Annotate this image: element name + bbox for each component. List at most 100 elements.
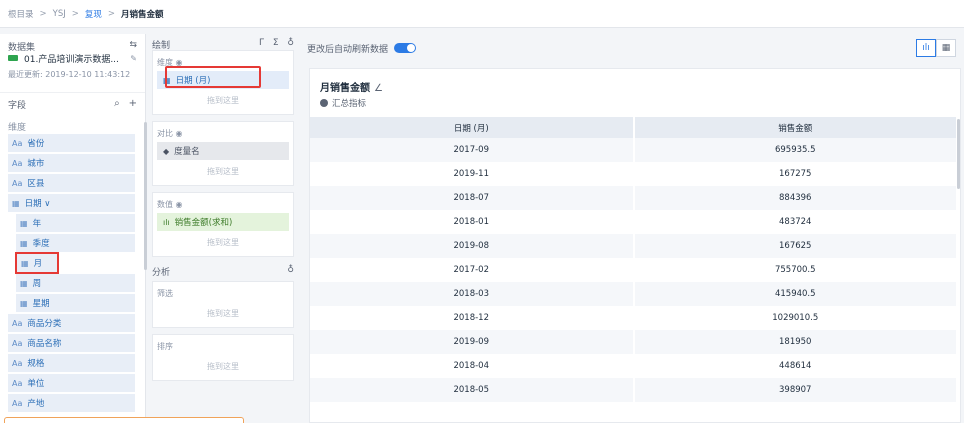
view-switch: ılı ▦ (916, 39, 956, 57)
field-name: 城市 (27, 159, 45, 169)
breadcrumb-folder[interactable]: YSJ (53, 9, 66, 19)
table-cell: 167275 (633, 162, 958, 186)
field-item[interactable]: Aa 省份 (8, 134, 135, 152)
measure-name-pill[interactable]: ◆ 度量名 (157, 142, 289, 160)
field-name: 规格 (27, 359, 45, 369)
text-type-icon: Aa (12, 378, 23, 388)
table-row[interactable]: 2017-09 695935.5 (310, 138, 958, 162)
table-cell: 2019-09 (310, 330, 635, 354)
field-item[interactable]: Aa 城市 (8, 154, 135, 172)
text-type-icon: Aa (12, 178, 23, 188)
search-icon[interactable]: ⌕ (114, 98, 120, 109)
table-row[interactable]: 2018-01 483724 (310, 210, 958, 234)
sum-icon[interactable]: Σ (273, 38, 279, 48)
field-item[interactable]: ▦ 月 (15, 252, 59, 274)
dataset-row[interactable]: 01.产品培训演示数据... ✎ (0, 50, 145, 66)
filter-card-title: 筛选 (157, 289, 173, 298)
table-row[interactable]: 2018-03 415940.5 (310, 282, 958, 306)
drop-zone[interactable]: 拖到这里 (157, 355, 289, 374)
table-cell: 1029010.5 (633, 306, 958, 330)
table-cell: 2017-02 (310, 258, 635, 282)
field-item[interactable]: ▦ 星期 (16, 294, 135, 312)
field-item[interactable]: ▦ 年 (16, 214, 135, 232)
sort-card: 排序 拖到这里 (152, 334, 294, 381)
field-panel-scrollbar[interactable] (144, 122, 147, 270)
field-name: 区县 (27, 179, 45, 189)
config-title: 绘制 (152, 41, 171, 51)
breadcrumb-parent[interactable]: 复现 (85, 8, 102, 20)
add-field-icon[interactable]: + (129, 98, 137, 109)
drop-zone[interactable]: 拖到这里 (157, 231, 289, 250)
drop-zone[interactable]: 拖到这里 (157, 89, 289, 108)
config-panel: 绘制 Γ Σ ♁ 维度 ◉ ▦ 日期 (月) 拖到这里 对比 ◉ ◆ 度量名 拖… (150, 34, 296, 423)
compare-card: 对比 ◉ ◆ 度量名 拖到这里 (152, 121, 294, 186)
field-item[interactable]: Aa 单位 (8, 374, 135, 392)
field-item[interactable]: Aa 产地 (8, 394, 135, 412)
table-row[interactable]: 2018-12 1029010.5 (310, 306, 958, 330)
field-item[interactable]: ▦ 季度 (16, 234, 135, 252)
column-header[interactable]: 日期 (月) (310, 117, 635, 138)
settings-icon[interactable]: ♁ (287, 38, 294, 48)
field-item[interactable]: Aa 区县 (8, 174, 135, 192)
text-type-icon: Aa (12, 398, 23, 408)
summary-label: 汇总指标 (332, 99, 367, 109)
switch-dataset-icon[interactable]: ⇆ (129, 40, 137, 50)
table-row[interactable]: 2019-09 181950 (310, 330, 958, 354)
summary-metric[interactable]: 汇总指标 (310, 94, 960, 109)
table-row[interactable]: 2019-08 167625 (310, 234, 958, 258)
chart-type-icon[interactable]: Γ (259, 38, 264, 48)
fields-label: 字段 (8, 101, 27, 111)
table-row[interactable]: 2019-11 167275 (310, 162, 958, 186)
field-item[interactable]: Aa 规格 (8, 354, 135, 372)
table-scrollbar[interactable] (957, 119, 960, 189)
table-cell: 2018-07 (310, 186, 635, 210)
table-cell: 2018-03 (310, 282, 635, 306)
breadcrumb-separator: > (107, 8, 116, 19)
field-name: 商品名称 (27, 339, 62, 349)
filter-card: 筛选 拖到这里 (152, 281, 294, 328)
highlight-box (165, 66, 261, 88)
dataset-label: 数据集 (8, 43, 36, 53)
date-type-icon: ▦ (20, 298, 28, 308)
text-type-icon: Aa (12, 318, 23, 328)
table-cell: 2018-05 (310, 378, 635, 402)
preview-toolbar: 更改后自动刷新数据 (303, 34, 964, 62)
sort-card-title: 排序 (157, 342, 173, 351)
field-item[interactable]: ▦ 日期 ∨ (8, 194, 135, 212)
field-name: 月 (33, 259, 43, 269)
table-row[interactable]: 2018-04 448614 (310, 354, 958, 378)
auto-refresh-toggle[interactable] (394, 43, 417, 53)
table-row[interactable]: 2018-05 398907 (310, 378, 958, 402)
edit-dataset-icon[interactable]: ✎ (130, 54, 137, 63)
field-panel: 数据集 ⇆ 01.产品培训演示数据... ✎ 最近更新: 2019-12-10 … (0, 34, 146, 423)
table-cell: 2018-01 (310, 210, 635, 234)
drop-zone[interactable]: 拖到这里 (157, 302, 289, 321)
field-item[interactable]: ▦ 周 (16, 274, 135, 292)
pill-label: 度量名 (174, 147, 200, 157)
sales-sum-pill[interactable]: ılı 销售金额(求和) (157, 213, 289, 231)
breadcrumb-root[interactable]: 根目录 (8, 8, 34, 20)
chart-view-icon[interactable]: ılı (916, 39, 936, 57)
analysis-header: 分析 ♁ (150, 265, 296, 279)
table-cell: 2017-09 (310, 138, 635, 162)
drop-zone[interactable]: 拖到这里 (157, 160, 289, 179)
tag-icon: ◆ (163, 146, 170, 156)
summary-icon (320, 99, 328, 107)
edit-title-icon[interactable]: ∠ (374, 83, 383, 94)
table-body: 2017-09 695935.5 2019-11 167275 2018-07 88439… (310, 138, 958, 402)
field-item[interactable]: Aa 商品名称 (8, 334, 135, 352)
text-type-icon: Aa (12, 158, 23, 168)
data-table: 日期 (月) 销售金额 2017-09 695935.5 2019-11 167275… (310, 117, 958, 402)
analysis-settings-icon[interactable]: ♁ (287, 265, 294, 279)
table-view-icon[interactable]: ▦ (936, 39, 956, 57)
field-name: 年 (32, 219, 42, 229)
date-type-icon: ▦ (20, 218, 28, 228)
dataset-name: 01.产品培训演示数据... (24, 54, 119, 65)
table-row[interactable]: 2018-07 884396 (310, 186, 958, 210)
column-header[interactable]: 销售金额 (633, 117, 958, 138)
field-name: 省份 (27, 139, 45, 149)
field-name: 产地 (27, 399, 45, 409)
table-row[interactable]: 2017-02 755700.5 (310, 258, 958, 282)
field-item[interactable]: Aa 商品分类 (8, 314, 135, 332)
dimension-label: 维度 (8, 123, 27, 133)
